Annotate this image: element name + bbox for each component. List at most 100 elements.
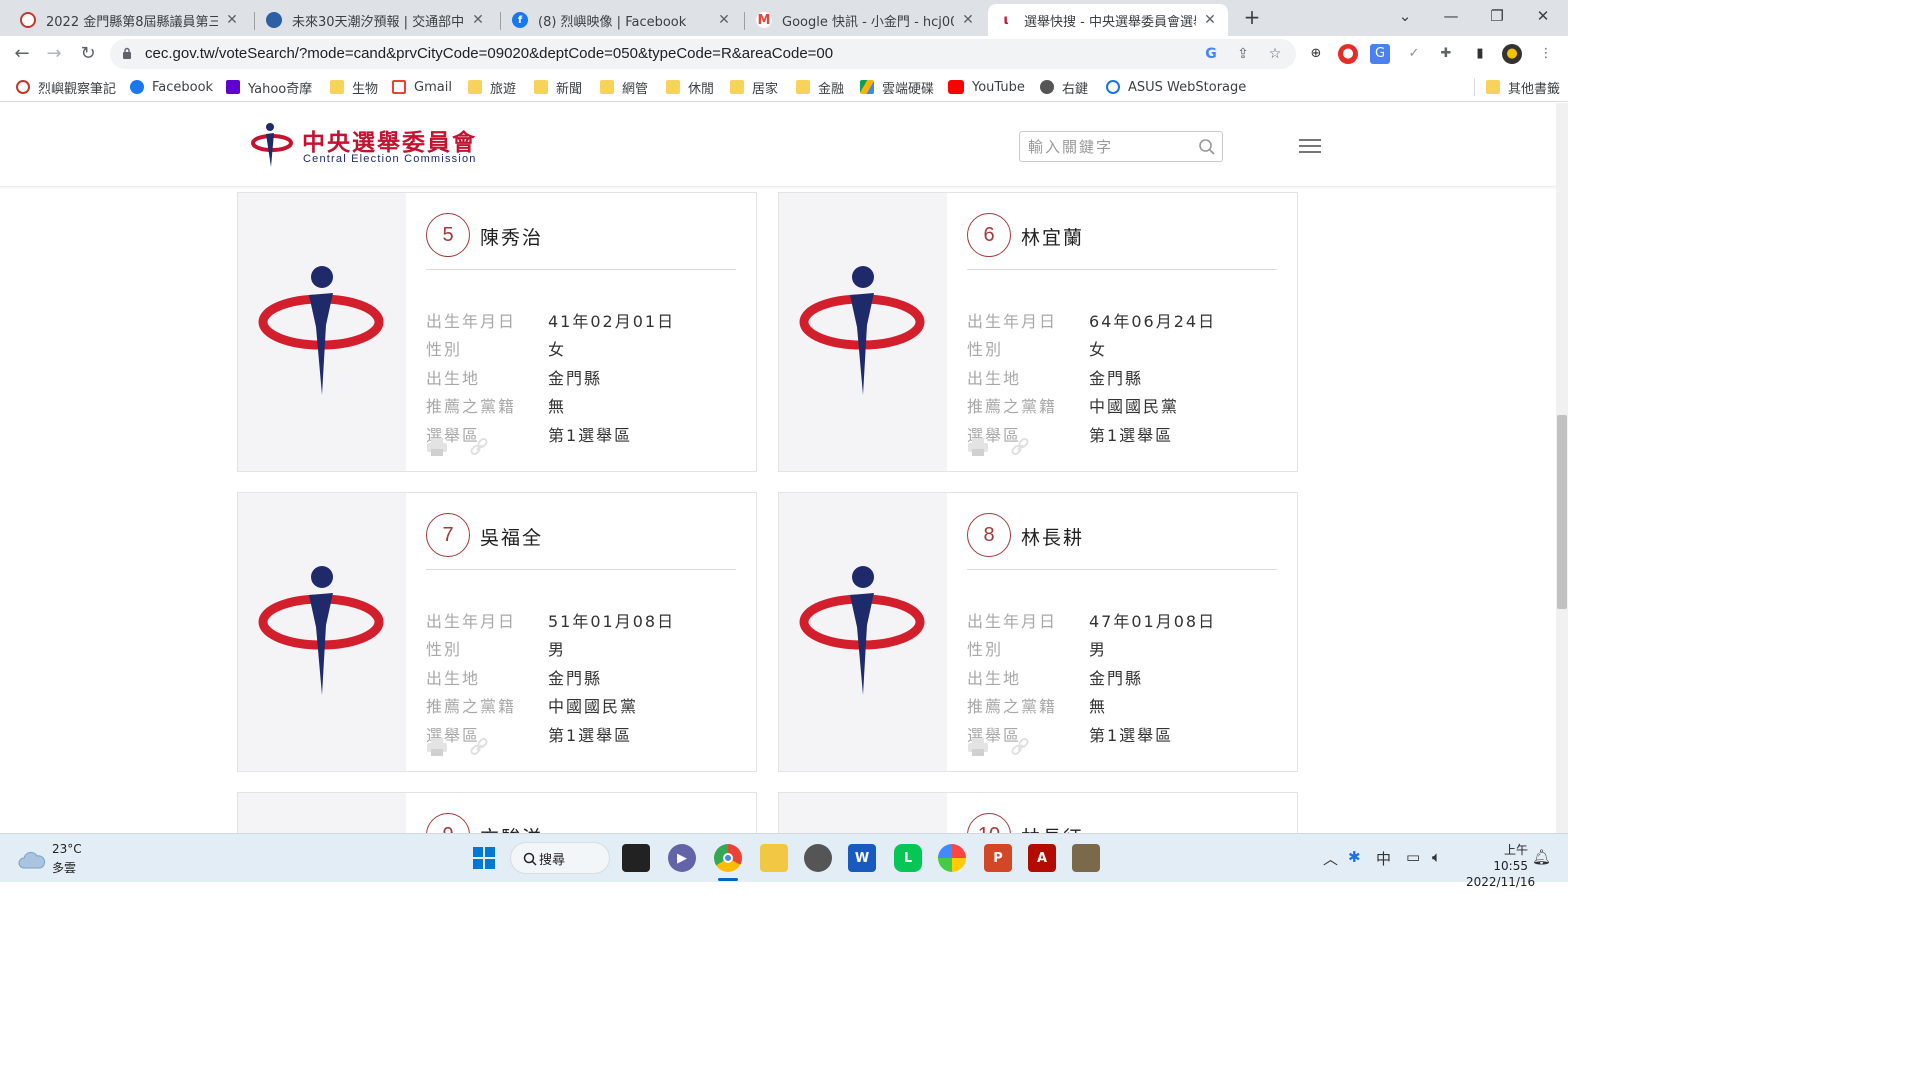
- tab-title: 2022 金門縣第8屆縣議員第三選: [46, 14, 218, 30]
- print-icon[interactable]: [426, 437, 448, 457]
- volume-icon[interactable]: 🔈︎: [1432, 848, 1441, 866]
- cec-logo[interactable]: 中央選舉委員會 Central Election Commission: [250, 121, 510, 169]
- network-status-icon[interactable]: ✱: [1348, 848, 1361, 866]
- copy-link-icon[interactable]: [1009, 737, 1031, 757]
- candidate-photo: [238, 793, 406, 833]
- bookmark-item[interactable]: 網管: [600, 78, 648, 97]
- extensions-puzzle-icon[interactable]: ✚: [1436, 44, 1456, 64]
- keyword-search-input[interactable]: [1028, 136, 1188, 158]
- chevron-up-icon[interactable]: ︿: [1323, 848, 1338, 869]
- tab-tide-forecast[interactable]: 未來30天潮汐預報 | 交通部中央氣 ✕: [256, 4, 496, 36]
- bookmark-item[interactable]: 旅遊: [468, 78, 516, 97]
- page-scrollbar[interactable]: [1556, 103, 1568, 833]
- tab-facebook[interactable]: f (8) 烈嶼映像 | Facebook ✕: [502, 4, 742, 36]
- acrobat-icon[interactable]: A: [1028, 844, 1056, 872]
- site-header: 中央選舉委員會 Central Election Commission: [0, 103, 1568, 187]
- print-icon[interactable]: [426, 737, 448, 757]
- bookmark-item[interactable]: 新聞: [534, 78, 582, 97]
- bookmark-item[interactable]: ASUS WebStorage: [1106, 78, 1246, 96]
- side-panel-icon[interactable]: ▮: [1470, 44, 1490, 64]
- tab-title: Google 快訊 - 小金門 - hcj003@: [782, 14, 954, 30]
- bookmark-item[interactable]: YouTube: [948, 78, 1025, 96]
- photo-app-icon[interactable]: [1072, 844, 1100, 872]
- folder-icon: [534, 80, 548, 94]
- copy-link-icon[interactable]: [1009, 437, 1031, 457]
- print-icon[interactable]: [967, 737, 989, 757]
- back-arrow-icon[interactable]: ←: [8, 40, 36, 68]
- close-tab-icon[interactable]: ✕: [470, 12, 486, 28]
- bookmark-item[interactable]: 金融: [796, 78, 844, 97]
- close-window-icon[interactable]: ✕: [1520, 2, 1566, 32]
- cec-emblem-icon: [251, 123, 293, 167]
- close-tab-icon[interactable]: ✕: [716, 12, 732, 28]
- bookmark-item[interactable]: 雲端硬碟: [860, 78, 934, 97]
- field-row-birth: 出生年月日 47年01月08日: [967, 608, 1277, 632]
- share-icon[interactable]: ⇪: [1234, 45, 1252, 63]
- file-explorer-icon[interactable]: [760, 844, 788, 872]
- bookmark-item[interactable]: Yahoo奇摩: [226, 78, 312, 97]
- more-menu-icon[interactable]: ⋮: [1536, 44, 1556, 64]
- close-tab-icon[interactable]: ✕: [1202, 12, 1218, 28]
- notification-icon[interactable]: 🔔︎: [1532, 848, 1551, 866]
- other-bookmarks-folder[interactable]: 其他書籤: [1486, 78, 1560, 97]
- address-bar[interactable]: cec.gov.tw/voteSearch/?mode=cand&prvCity…: [110, 39, 1296, 69]
- restore-window-icon[interactable]: ❐: [1474, 2, 1520, 32]
- print-icon[interactable]: [967, 437, 989, 457]
- close-tab-icon[interactable]: ✕: [224, 12, 240, 28]
- candidate-name: 林宜蘭: [1021, 227, 1085, 249]
- google-translate-icon[interactable]: G: [1202, 45, 1220, 63]
- extension-g-icon[interactable]: ⊕: [1306, 44, 1326, 64]
- tab-cec-kinmen[interactable]: 2022 金門縣第8屆縣議員第三選 ✕: [10, 4, 250, 36]
- windows-start-icon[interactable]: [470, 844, 498, 872]
- field-row-gender: 性別 男: [426, 636, 736, 660]
- bookmark-item[interactable]: 居家: [730, 78, 778, 97]
- powerpoint-icon[interactable]: P: [984, 844, 1012, 872]
- candidate-card: 10 林長征: [778, 792, 1298, 833]
- tab-google-alerts[interactable]: M Google 快訊 - 小金門 - hcj003@ ✕: [746, 4, 986, 36]
- copy-link-icon[interactable]: [468, 437, 490, 457]
- field-label: 性別: [967, 640, 1004, 659]
- taskbar-search-button[interactable]: 搜尋: [510, 842, 610, 874]
- system-clock[interactable]: 上午 10:55 2022/11/16: [1466, 842, 1535, 890]
- bookmark-item[interactable]: Facebook: [130, 78, 213, 96]
- bookmark-item[interactable]: 生物: [330, 78, 378, 97]
- bookmark-star-icon[interactable]: ☆: [1266, 45, 1284, 63]
- tab-search-chevron-icon[interactable]: ⌄: [1382, 2, 1428, 32]
- bookmark-item[interactable]: 休閒: [666, 78, 714, 97]
- forward-arrow-icon[interactable]: →: [40, 40, 68, 68]
- candidate-card: 8 林長耕 出生年月日 47年01月08日 性別男出生地 金門縣 推薦之黨籍無選舉區 第1選舉…: [778, 492, 1298, 772]
- field-value: 第1選舉區: [1089, 726, 1174, 745]
- teams-chat-icon[interactable]: ▶: [668, 844, 696, 872]
- translate-icon[interactable]: G: [1370, 44, 1390, 64]
- field-value: 第1選舉區: [548, 726, 633, 745]
- search-icon[interactable]: [1198, 138, 1216, 156]
- bookmark-item[interactable]: 右鍵: [1040, 78, 1089, 97]
- reload-icon[interactable]: ↻: [74, 40, 102, 68]
- bookmark-item[interactable]: Gmail: [392, 78, 452, 96]
- adblock-icon[interactable]: ●: [1338, 44, 1358, 64]
- webcam-app-icon[interactable]: [804, 844, 832, 872]
- monitor-icon[interactable]: ▭: [1406, 848, 1420, 866]
- browser-toolbar: ← → ↻ cec.gov.tw/voteSearch/?mode=cand&p…: [0, 36, 1568, 72]
- close-tab-icon[interactable]: ✕: [960, 12, 976, 28]
- line-icon[interactable]: L: [894, 844, 922, 872]
- tab-cec-vote-search[interactable]: ι 選舉快搜 - 中央選舉委員會選舉 ✕: [988, 4, 1228, 36]
- hamburger-menu-icon[interactable]: [1299, 139, 1321, 155]
- card-divider: [426, 569, 736, 570]
- ime-indicator[interactable]: 中: [1376, 848, 1391, 869]
- bookmark-label: 右鍵: [1062, 81, 1089, 97]
- card-divider: [967, 569, 1277, 570]
- bookmark-item[interactable]: 烈嶼觀察筆記: [16, 78, 116, 97]
- scrollbar-thumb[interactable]: [1557, 415, 1567, 609]
- color-picker-icon[interactable]: [938, 844, 966, 872]
- word-icon[interactable]: W: [848, 844, 876, 872]
- profile-avatar[interactable]: ●: [1502, 44, 1522, 64]
- chrome-icon[interactable]: [714, 844, 742, 872]
- minimize-window-icon[interactable]: —: [1428, 2, 1474, 32]
- cec-favicon-icon: [20, 12, 36, 28]
- new-tab-button[interactable]: +: [1240, 6, 1264, 30]
- task-view-icon[interactable]: [622, 844, 650, 872]
- checkmark-icon[interactable]: ✓: [1404, 44, 1424, 64]
- copy-link-icon[interactable]: [468, 737, 490, 757]
- candidate-photo: [779, 493, 947, 771]
